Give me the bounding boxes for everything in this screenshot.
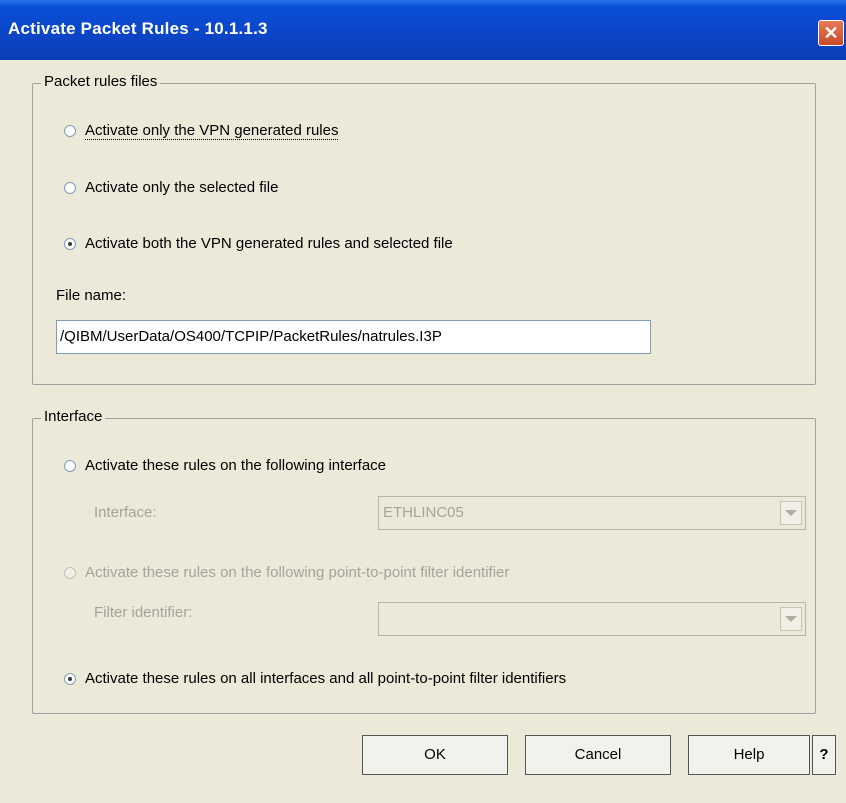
- radio-vpn-only[interactable]: Activate only the VPN generated rules: [64, 122, 339, 140]
- title-bar: Activate Packet Rules - 10.1.1.3 ✕: [0, 0, 846, 60]
- interface-legend: Interface: [41, 408, 106, 425]
- close-icon[interactable]: ✕: [818, 20, 844, 46]
- radio-all-interfaces-label: Activate these rules on all interfaces a…: [85, 670, 567, 687]
- file-name-label: File name:: [56, 287, 127, 304]
- packet-rules-legend: Packet rules files: [41, 73, 161, 90]
- radio-all-interfaces[interactable]: Activate these rules on all interfaces a…: [64, 670, 566, 687]
- help-button[interactable]: Help: [688, 735, 810, 775]
- packet-rules-group: Packet rules files Activate only the VPN…: [32, 73, 816, 385]
- radio-both[interactable]: Activate both the VPN generated rules an…: [64, 235, 453, 252]
- chevron-down-icon[interactable]: [780, 501, 802, 525]
- radio-interface-label: Activate these rules on the following in…: [85, 457, 387, 474]
- interface-group: Interface Activate these rules on the fo…: [32, 408, 816, 714]
- radio-vpn-only-indicator[interactable]: [64, 125, 76, 137]
- radio-both-indicator[interactable]: [64, 237, 76, 250]
- cancel-button[interactable]: Cancel: [525, 735, 671, 775]
- interface-select-value: ETHLINC05: [383, 504, 464, 521]
- chevron-down-icon[interactable]: [780, 607, 802, 631]
- dialog-body: Packet rules files Activate only the VPN…: [0, 60, 846, 803]
- filter-identifier-select[interactable]: [378, 602, 806, 636]
- radio-ptp-filter-label: Activate these rules on the following po…: [85, 564, 510, 581]
- radio-interface-indicator[interactable]: [64, 459, 76, 472]
- radio-file-only-indicator[interactable]: [64, 181, 76, 194]
- radio-file-only-label: Activate only the selected file: [85, 179, 279, 196]
- ok-button[interactable]: OK: [362, 735, 508, 775]
- radio-vpn-only-label: Activate only the VPN generated rules: [85, 122, 339, 140]
- radio-all-interfaces-indicator[interactable]: [64, 672, 76, 685]
- file-name-field[interactable]: /QIBM/UserData/OS400/TCPIP/PacketRules/n…: [56, 320, 651, 354]
- window-title: Activate Packet Rules - 10.1.1.3: [8, 19, 268, 38]
- radio-interface[interactable]: Activate these rules on the following in…: [64, 457, 386, 474]
- interface-select[interactable]: ETHLINC05: [378, 496, 806, 530]
- radio-ptp-filter[interactable]: Activate these rules on the following po…: [64, 564, 509, 581]
- whats-this-button[interactable]: ?: [812, 735, 836, 775]
- radio-file-only[interactable]: Activate only the selected file: [64, 179, 278, 196]
- interface-label: Interface:: [94, 504, 157, 521]
- radio-both-label: Activate both the VPN generated rules an…: [85, 235, 453, 252]
- radio-ptp-filter-indicator[interactable]: [64, 566, 76, 579]
- filter-identifier-label: Filter identifier:: [94, 604, 193, 621]
